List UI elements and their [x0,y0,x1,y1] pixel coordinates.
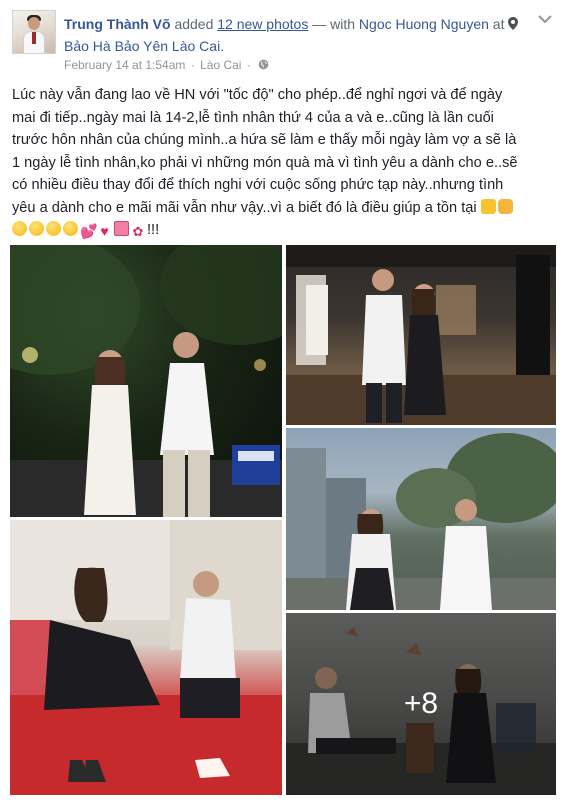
smiling-face-icon [29,221,44,236]
bouquet-icon: ✿ [132,224,144,239]
photo-couple-in-lounge[interactable]: +8 [286,613,556,795]
photo-shoe-fitting-art [10,520,282,795]
body-line: có nhiều điều thay đổi để thích nghi với… [12,177,504,193]
post-body: Lúc này vẫn đang lao về HN với "tốc độ" … [12,84,552,242]
body-line: trước hôn nhân của chúng mình..a hứa sẽ … [12,132,517,148]
kissing-face-icon [63,221,78,236]
tagged-person-link[interactable]: Ngoc Huong Nguyen [359,16,489,32]
photo-shoe-fitting[interactable] [10,520,282,795]
location-link[interactable]: Bảo Hà Bảo Yên Lào Cai. [64,38,224,54]
photo-couple-at-night[interactable] [10,245,282,517]
body-line: 1 ngày lễ tình nhân,ko phải vì những món… [12,154,518,171]
red-heart-icon: ♥ [100,223,109,239]
with-text: — with [312,16,356,32]
action-text: added [174,16,214,32]
sparkling-heart-icon: 💕 [80,223,98,239]
thumbs-up-icon [480,198,496,214]
post-meta: February 14 at 1:54am · Lào Cai · [64,58,269,72]
photo-couple-in-hall[interactable] [286,245,556,425]
meta-separator-2: · [246,58,251,72]
photo-couple-on-balcony[interactable] [286,428,556,610]
location-pin-icon [508,17,519,30]
timestamp-link[interactable]: February 14 at 1:54am [64,58,185,72]
photo-couple-in-hall-art [286,245,556,425]
body-line-last: yêu a dành cho e mãi mãi vẫn như vậy..vì… [12,197,552,220]
body-line: Lúc này vẫn đang lao về HN với "tốc độ" … [12,87,503,103]
globe-icon[interactable] [258,59,269,70]
author-name[interactable]: Trung Thành Võ [64,16,171,32]
body-line: mai đi tiếp..ngày mai là 14-2,lễ tình nh… [12,109,494,126]
photo-couple-on-balcony-art [286,433,556,610]
gift-icon [114,221,129,236]
kissing-face-icon [12,221,27,236]
meta-separator: · [190,58,195,72]
photo-couple-at-night-art [10,245,282,517]
meta-location-link[interactable]: Lào Cai [200,58,241,72]
clapping-hands-icon [497,198,513,214]
exclamation-text: !!! [147,222,160,238]
chevron-down-icon[interactable] [538,14,552,24]
photos-link[interactable]: 12 new photos [217,16,308,32]
at-text: at [492,16,505,32]
post-header: Trung Thành Võ added 12 new photos — wit… [64,13,534,57]
emoji-line: 💕 ♥ ✿!!! [12,219,552,242]
more-photos-count[interactable]: +8 [286,687,556,721]
author-avatar[interactable] [12,10,56,54]
smiling-face-icon [46,221,61,236]
feed-post: Trung Thành Võ added 12 new photos — wit… [0,0,564,800]
